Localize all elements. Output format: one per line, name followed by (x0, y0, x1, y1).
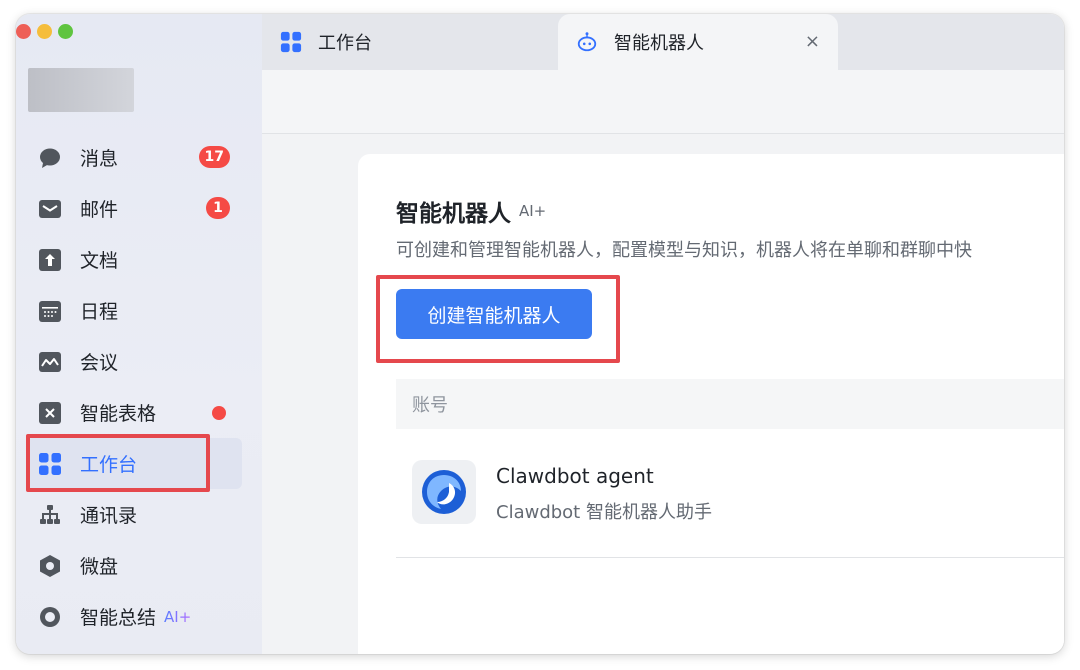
sidebar-item-smart-sheet[interactable]: 智能表格 (26, 387, 242, 438)
sidebar-item-label: 通讯录 (80, 505, 138, 527)
page-description: 可创建和管理智能机器人，配置模型与知识，机器人将在单聊和群聊中快 (396, 240, 972, 261)
sidebar-item-label: 智能表格 (80, 403, 157, 425)
tab-workbench[interactable]: 工作台 (262, 14, 558, 70)
sidebar-item-label: 消息 (80, 148, 119, 170)
org-chart-icon (38, 503, 62, 527)
sidebar-item-contacts[interactable]: 通讯录 (26, 489, 242, 540)
meeting-icon (38, 350, 62, 374)
drive-icon (38, 554, 62, 578)
sidebar-item-summary[interactable]: 智能总结 AI+ (26, 591, 242, 642)
sidebar-item-messages[interactable]: 消息 17 (26, 132, 242, 183)
sidebar-item-label: 邮件 (80, 199, 119, 221)
bot-description: Clawdbot 智能机器人助手 (496, 502, 712, 523)
page-title: 智能机器人 (396, 201, 511, 227)
annotation-highlight-workbench (26, 434, 210, 492)
sidebar-item-label: 微盘 (80, 556, 119, 578)
window-controls (16, 24, 73, 39)
tab-bar: 工作台 智能机器人 × (262, 14, 1064, 70)
ai-plus-tag: AI+ (519, 202, 547, 220)
mail-icon (38, 197, 62, 221)
sidebar: 消息 17 邮件 1 文档 日程 会议 智能表格 工作台 通讯录 微盘 智能总结… (16, 14, 262, 654)
smart-sheet-icon (38, 401, 62, 425)
sidebar-item-label: 日程 (80, 301, 119, 323)
sidebar-item-drive[interactable]: 微盘 (26, 540, 242, 591)
page-header: 智能机器人 AI+ (396, 194, 546, 228)
close-window-button[interactable] (16, 24, 31, 39)
docs-icon (38, 248, 62, 272)
unread-badge: 1 (206, 197, 230, 219)
chat-bubble-icon (38, 146, 62, 170)
table-row[interactable]: Clawdbot agent Clawdbot 智能机器人助手 (396, 444, 1064, 558)
sidebar-item-mail[interactable]: 邮件 1 (26, 183, 242, 234)
tab-smart-robot[interactable]: 智能机器人 × (558, 14, 838, 70)
table-header-account: 账号 (396, 379, 1064, 429)
tab-label: 智能机器人 (614, 33, 704, 54)
close-tab-icon[interactable]: × (805, 31, 820, 52)
bot-name[interactable]: Clawdbot agent (496, 464, 654, 488)
minimize-window-button[interactable] (37, 24, 52, 39)
sidebar-nav: 消息 17 邮件 1 文档 日程 会议 智能表格 工作台 通讯录 微盘 智能总结… (26, 132, 242, 642)
calendar-icon (38, 299, 62, 323)
sidebar-item-label: 智能总结 (80, 607, 157, 629)
user-avatar[interactable] (28, 68, 134, 112)
annotation-highlight-create-button (376, 275, 620, 363)
sidebar-item-meetings[interactable]: 会议 (26, 336, 242, 387)
sidebar-item-calendar[interactable]: 日程 (26, 285, 242, 336)
workbench-grid-icon (280, 31, 302, 53)
notification-dot (212, 406, 226, 420)
sidebar-item-label: 会议 (80, 352, 119, 374)
robot-management-card: 智能机器人 AI+ 可创建和管理智能机器人，配置模型与知识，机器人将在单聊和群聊… (358, 154, 1064, 654)
app-window: 消息 17 邮件 1 文档 日程 会议 智能表格 工作台 通讯录 微盘 智能总结… (16, 14, 1064, 654)
ai-plus-tag: AI+ (164, 607, 192, 626)
maximize-window-button[interactable] (58, 24, 73, 39)
bot-avatar (412, 460, 476, 524)
robot-icon (576, 31, 598, 53)
tab-label: 工作台 (318, 33, 372, 54)
unread-badge: 17 (198, 146, 230, 168)
toolbar (262, 70, 1064, 134)
summary-icon (38, 605, 62, 629)
main-area: 工作台 智能机器人 × 智能机器人 AI+ 可创建和管理智能机器人，配置模型与知… (262, 14, 1064, 654)
sidebar-item-label: 文档 (80, 250, 119, 272)
sidebar-item-docs[interactable]: 文档 (26, 234, 242, 285)
